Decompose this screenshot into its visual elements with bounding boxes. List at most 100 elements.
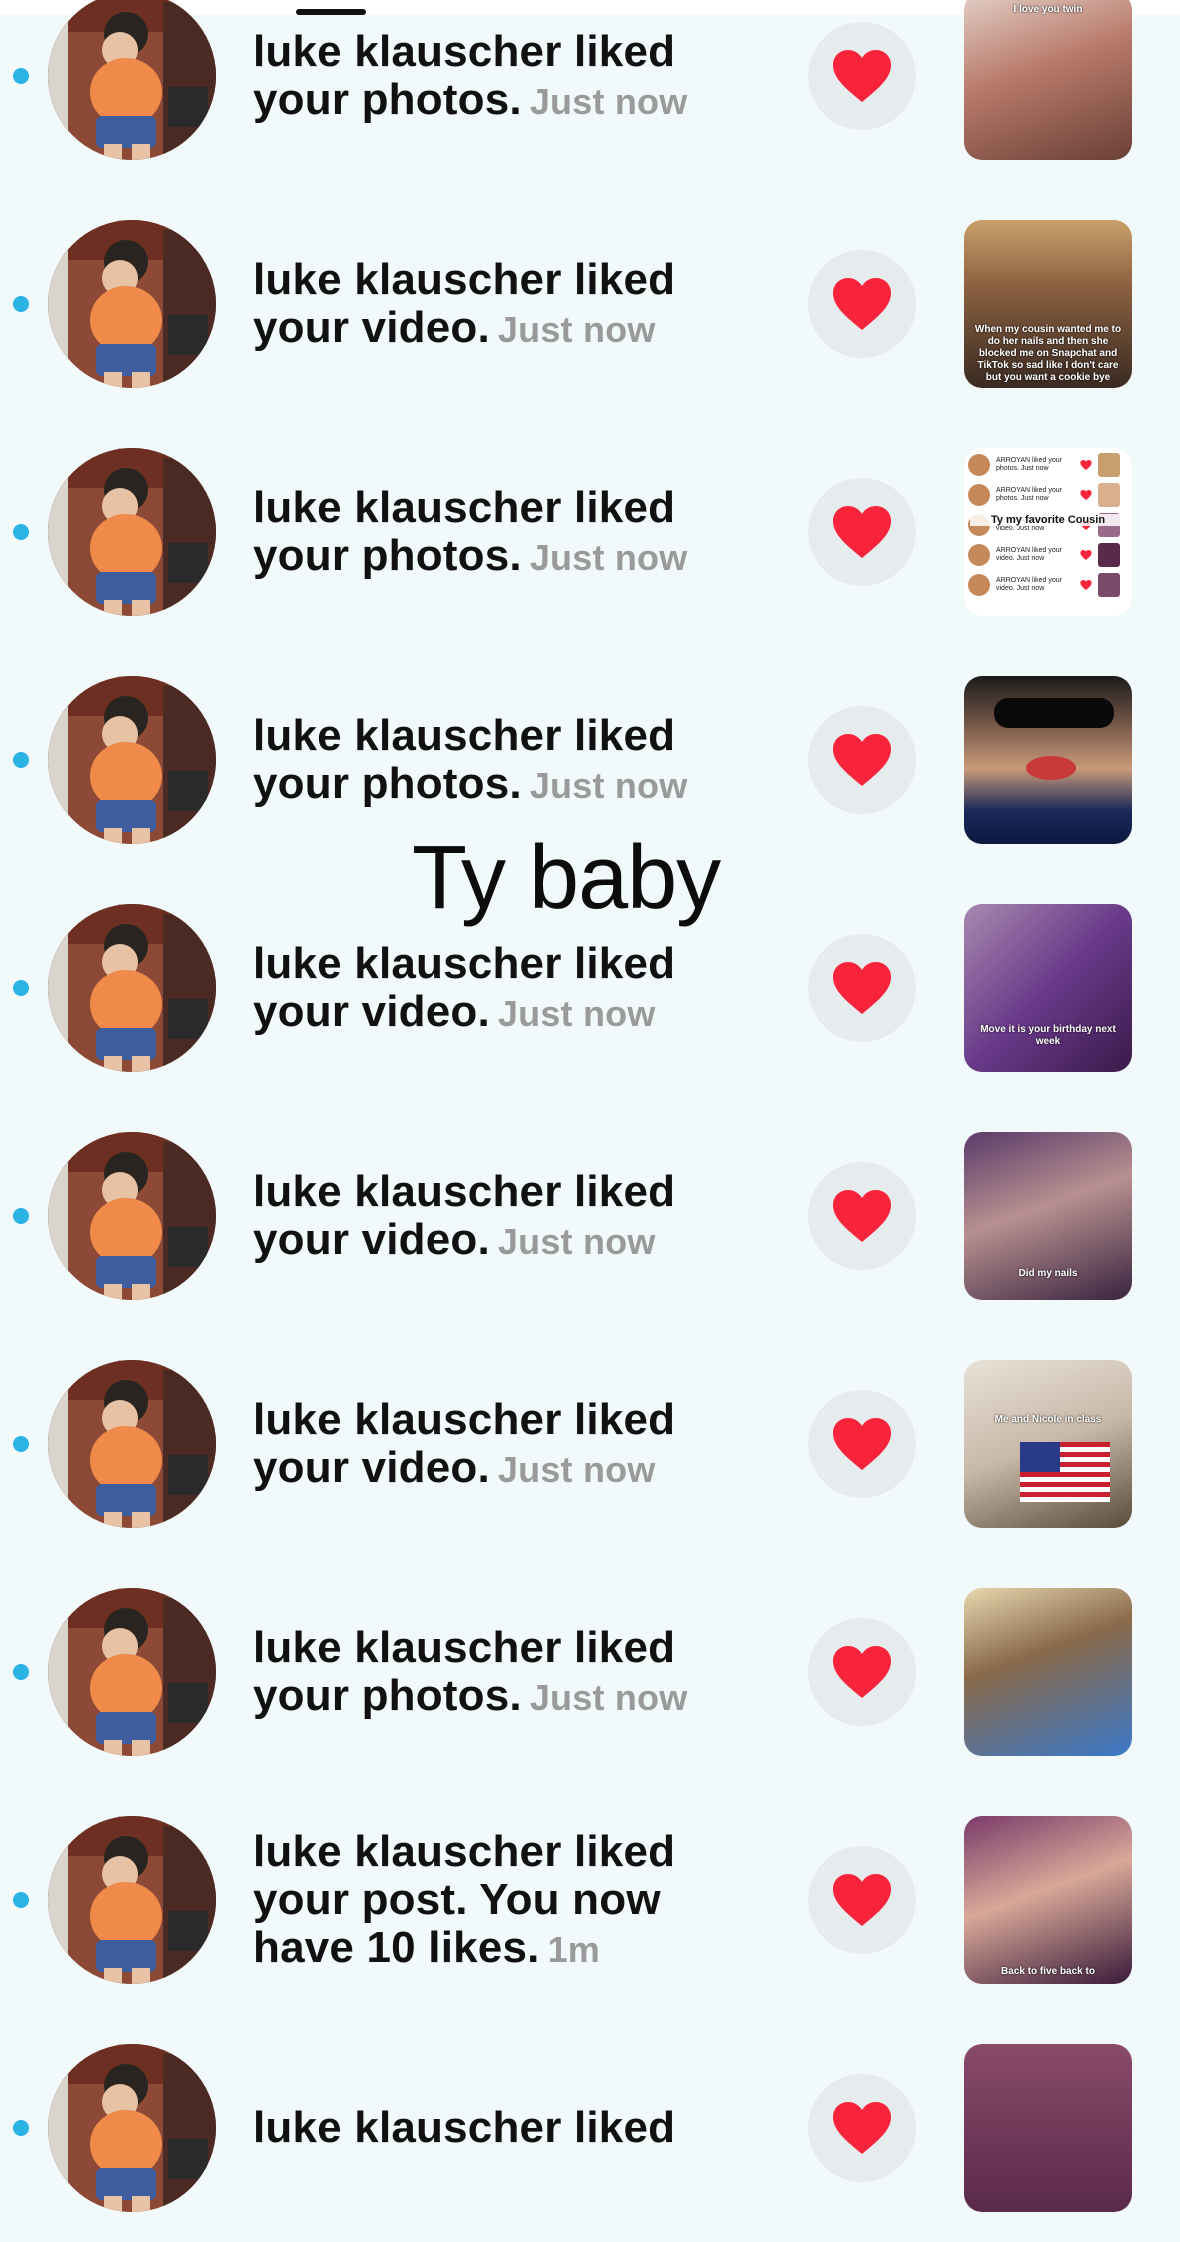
avatar xyxy=(968,484,990,506)
notification-text: luke klauscher liked your post. You now ha… xyxy=(253,1828,773,1974)
timestamp: Just now xyxy=(497,993,656,1034)
notification-row[interactable]: luke klauscher liked your post. You now ha… xyxy=(0,1786,1180,2014)
avatar[interactable] xyxy=(48,448,216,616)
heart-icon xyxy=(833,1418,891,1470)
list-item: ARROYAN liked your photos. Just now xyxy=(964,480,1132,510)
thumbnail-caption: Back to five back to xyxy=(1001,1966,1095,1977)
unread-dot xyxy=(13,1208,29,1224)
like-button[interactable] xyxy=(808,934,916,1042)
avatar[interactable] xyxy=(48,0,216,160)
notification-text: luke klauscher liked xyxy=(253,2104,773,2152)
heart-icon xyxy=(833,1874,891,1926)
unread-dot xyxy=(13,68,29,84)
like-button[interactable] xyxy=(808,22,916,130)
mini-thumbnail xyxy=(1098,453,1120,477)
notification-line: your photos. xyxy=(253,75,522,124)
unread-dot xyxy=(13,752,29,768)
avatar[interactable] xyxy=(48,220,216,388)
heart-icon xyxy=(833,1646,891,1698)
timestamp: Just now xyxy=(529,537,688,578)
mini-thumbnail xyxy=(1098,483,1120,507)
post-thumbnail[interactable] xyxy=(964,676,1132,844)
notification-line: luke klauscher liked xyxy=(253,711,676,760)
notification-row[interactable]: luke klauscher liked your photos. Just now… xyxy=(0,418,1180,646)
avatar[interactable] xyxy=(48,1588,216,1756)
post-thumbnail[interactable]: Me and Nicole in class xyxy=(964,1360,1132,1528)
heart-icon xyxy=(833,506,891,558)
avatar xyxy=(968,574,990,596)
list-item: ARROYAN liked your video. Just now xyxy=(964,570,1132,600)
heart-icon xyxy=(833,278,891,330)
notification-line: luke klauscher liked xyxy=(253,255,676,304)
mini-item-text: ARROYAN liked your photos. Just now xyxy=(996,487,1063,502)
post-thumbnail[interactable]: Did my nails xyxy=(964,1132,1132,1300)
avatar[interactable] xyxy=(48,904,216,1072)
avatar[interactable] xyxy=(48,1816,216,1984)
thumbnail-caption: Move it is your birthday next week xyxy=(980,1024,1116,1047)
avatar[interactable] xyxy=(48,1360,216,1528)
notification-row[interactable]: luke klauscher liked your photos. Just now… xyxy=(0,0,1180,190)
like-button[interactable] xyxy=(808,706,916,814)
post-thumbnail[interactable]: ARROYAN liked your photos. Just now ARROY… xyxy=(964,448,1132,616)
thumbnail-caption: Did my nails xyxy=(1018,1268,1078,1279)
notification-line: your video. xyxy=(253,303,490,352)
timestamp: Just now xyxy=(497,1449,656,1490)
thumbnail-caption: Me and Nicole in class xyxy=(994,1414,1102,1425)
list-item: ARROYAN liked your photos. Just now xyxy=(964,450,1132,480)
notification-row[interactable]: luke klauscher liked xyxy=(0,2014,1180,2242)
like-button[interactable] xyxy=(808,1846,916,1954)
like-button[interactable] xyxy=(808,1390,916,1498)
notification-row[interactable]: luke klauscher liked your video. Just now M… xyxy=(0,1330,1180,1558)
heart-icon xyxy=(1080,579,1092,591)
avatar[interactable] xyxy=(48,2044,216,2212)
post-thumbnail[interactable]: I love you twin xyxy=(964,0,1132,160)
notification-text: luke klauscher liked your photos. Just now xyxy=(253,28,773,126)
timestamp: Just now xyxy=(497,309,656,350)
thumbnail-caption: When my cousin wanted me to do her nails… xyxy=(974,324,1122,383)
notification-line: your video. xyxy=(253,1443,490,1492)
timestamp: Just now xyxy=(529,765,688,806)
sunglasses-shape xyxy=(994,698,1114,728)
post-thumbnail[interactable]: When my cousin wanted me to do her nails… xyxy=(964,220,1132,388)
notification-line: luke klauscher liked xyxy=(253,483,676,532)
post-thumbnail[interactable]: Move it is your birthday next week xyxy=(964,904,1132,1072)
us-flag-icon xyxy=(1020,1442,1110,1502)
like-button[interactable] xyxy=(808,1162,916,1270)
like-button[interactable] xyxy=(808,478,916,586)
thumbnail-caption: Ty my favorite Cousin xyxy=(970,514,1126,526)
notification-line: luke klauscher liked xyxy=(253,1827,676,1876)
avatar xyxy=(968,544,990,566)
post-thumbnail[interactable] xyxy=(964,1588,1132,1756)
notification-line: luke klauscher liked xyxy=(253,1623,676,1672)
timestamp: 1m xyxy=(547,1929,601,1970)
unread-dot xyxy=(13,296,29,312)
heart-icon xyxy=(1080,489,1092,501)
avatar[interactable] xyxy=(48,676,216,844)
notification-line: luke klauscher liked xyxy=(253,939,676,988)
notification-line: your photos. xyxy=(253,1671,522,1720)
heart-icon xyxy=(833,1190,891,1242)
unread-dot xyxy=(13,524,29,540)
notification-row[interactable]: luke klauscher liked your video. Just now D… xyxy=(0,1102,1180,1330)
notification-line: luke klauscher liked xyxy=(253,1167,676,1216)
like-button[interactable] xyxy=(808,1618,916,1726)
heart-icon xyxy=(833,50,891,102)
notification-line: luke klauscher liked xyxy=(253,1395,676,1444)
caption-overlay: Ty baby xyxy=(412,828,721,928)
like-button[interactable] xyxy=(808,250,916,358)
notification-line: have 10 likes. xyxy=(253,1923,540,1972)
notification-line: your photos. xyxy=(253,759,522,808)
notification-text: luke klauscher liked your video. Just now xyxy=(253,1168,773,1266)
avatar[interactable] xyxy=(48,1132,216,1300)
timestamp: Just now xyxy=(529,81,688,122)
unread-dot xyxy=(13,1664,29,1680)
timestamp: Just now xyxy=(529,1677,688,1718)
post-thumbnail[interactable]: Back to five back to xyxy=(964,1816,1132,1984)
notification-text: luke klauscher liked your photos. Just now xyxy=(253,1624,773,1722)
avatar xyxy=(968,454,990,476)
notification-row[interactable]: luke klauscher liked your video. Just now W… xyxy=(0,190,1180,418)
post-thumbnail[interactable] xyxy=(964,2044,1132,2212)
notification-text: luke klauscher liked your video. Just now xyxy=(253,256,773,354)
like-button[interactable] xyxy=(808,2074,916,2182)
notification-row[interactable]: luke klauscher liked your photos. Just now xyxy=(0,1558,1180,1786)
